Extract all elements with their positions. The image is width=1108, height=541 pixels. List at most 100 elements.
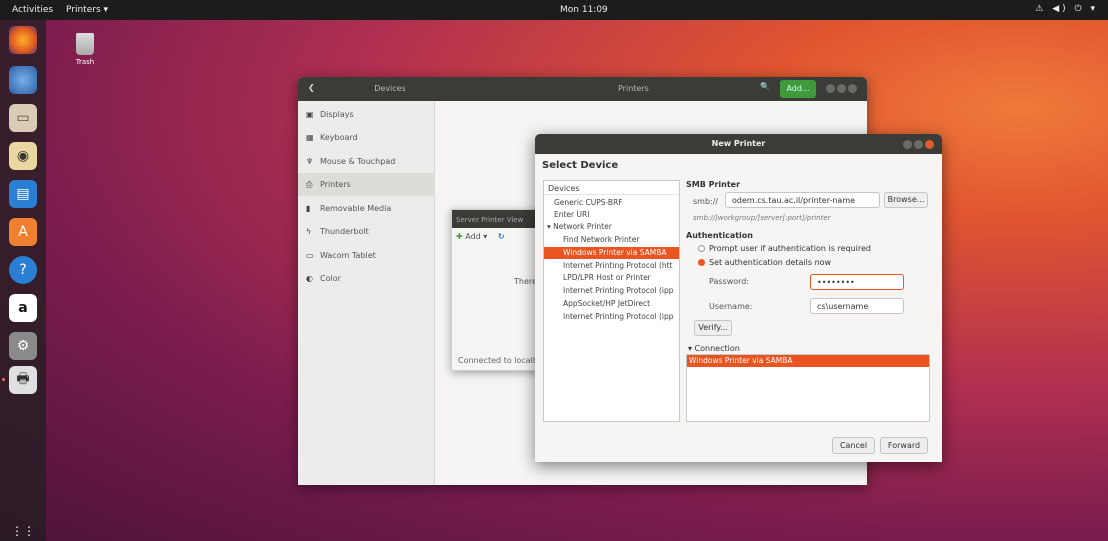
- connection-expander[interactable]: ▾ Connection: [688, 344, 740, 353]
- printer-icon: ⎙: [306, 179, 313, 189]
- settings-headerbar: ❮ Devices Printers 🔍 Add...: [298, 77, 867, 101]
- sidebar-item-label: Color: [320, 274, 341, 283]
- close-icon[interactable]: [925, 140, 934, 149]
- top-bar: Activities Printers ▾ Mon 11:09 ⚠ ◀) ⏻ ▾: [0, 0, 1108, 20]
- app-menu[interactable]: Printers ▾: [66, 5, 108, 15]
- trash-icon: [76, 33, 94, 55]
- username-label: Username:: [709, 302, 753, 311]
- sidebar-item-keyboard[interactable]: ▦ Keyboard: [298, 126, 435, 149]
- window-controls: [826, 84, 857, 93]
- device-list: Devices Generic CUPS-BRF Enter URI ▾ Net…: [543, 180, 680, 422]
- new-printer-dialog: New Printer Select Device Devices Generi…: [535, 134, 942, 462]
- dock: ▭ ◉ ▤ A ? a ⚙ 🖶 ⋮⋮: [0, 20, 46, 541]
- software-center-icon[interactable]: A: [9, 218, 37, 246]
- smb-format-hint: smb://[workgroup/]server[:port]/printer: [693, 214, 831, 222]
- list-item-selected[interactable]: Windows Printer via SAMBA: [544, 247, 679, 259]
- sidebar-item-mouse[interactable]: ♆ Mouse & Touchpad: [298, 150, 435, 173]
- smb-uri-input[interactable]: odem.cs.tau.ac.il/printer-name: [725, 192, 880, 208]
- list-item[interactable]: Generic CUPS-BRF: [554, 197, 623, 209]
- sidebar-item-label: Wacom Tablet: [320, 251, 376, 260]
- list-item[interactable]: LPD/LPR Host or Printer: [563, 272, 651, 284]
- back-icon[interactable]: ❮: [308, 83, 315, 92]
- chevron-down-icon[interactable]: ▾: [483, 232, 487, 241]
- rhythmbox-icon[interactable]: ◉: [9, 142, 37, 170]
- add-icon[interactable]: ✚: [456, 232, 463, 241]
- password-label: Password:: [709, 277, 750, 286]
- list-item[interactable]: Internet Printing Protocol (ipp: [563, 311, 674, 323]
- add-printer-button[interactable]: Add...: [780, 80, 816, 98]
- sidebar-item-removable-media[interactable]: ▮ Removable Media: [298, 197, 435, 220]
- sidebar-item-color[interactable]: ◐ Color: [298, 267, 435, 290]
- cancel-button[interactable]: Cancel: [832, 437, 875, 454]
- radio-set-details[interactable]: Set authentication details now: [698, 258, 831, 267]
- app-grid-icon[interactable]: ⋮⋮: [9, 517, 37, 541]
- clock[interactable]: Mon 11:09: [560, 5, 608, 15]
- list-item[interactable]: ▾ Network Printer: [547, 221, 612, 233]
- printer-icon[interactable]: 🖶: [9, 366, 37, 394]
- desktop-trash[interactable]: Trash: [70, 33, 100, 66]
- maximize-icon[interactable]: [837, 84, 846, 93]
- username-field[interactable]: cs\username: [810, 298, 904, 314]
- sidebar-item-label: Removable Media: [320, 204, 392, 213]
- add-button[interactable]: Add: [465, 232, 481, 241]
- writer-icon[interactable]: ▤: [9, 180, 37, 208]
- search-icon[interactable]: 🔍: [760, 82, 770, 91]
- keyboard-icon: ▦: [306, 133, 314, 142]
- dialog-title: New Printer: [535, 134, 942, 154]
- maximize-icon[interactable]: [914, 140, 923, 149]
- sidebar-item-label: Mouse & Touchpad: [320, 157, 396, 166]
- amazon-icon[interactable]: a: [9, 294, 37, 322]
- radio-icon[interactable]: [698, 245, 705, 252]
- list-item[interactable]: AppSocket/HP JetDirect: [563, 298, 650, 310]
- color-icon: ◐: [306, 274, 313, 283]
- select-device-heading: Select Device: [542, 160, 619, 171]
- tablet-icon: ▭: [306, 251, 314, 260]
- settings-sidebar: ▣ Displays ▦ Keyboard ♆ Mouse & Touchpad ⎙ P…: [298, 101, 435, 485]
- system-tray[interactable]: ⚠ ◀) ⏻ ▾: [1035, 4, 1098, 14]
- mouse-icon: ♆: [306, 157, 314, 166]
- forward-button[interactable]: Forward: [880, 437, 928, 454]
- connection-list: Windows Printer via SAMBA: [686, 354, 930, 422]
- files-icon[interactable]: ▭: [9, 104, 37, 132]
- close-icon[interactable]: [848, 84, 857, 93]
- list-item[interactable]: Internet Printing Protocol (htt: [563, 260, 673, 272]
- list-item[interactable]: Internet Printing Protocol (ipp: [563, 285, 674, 297]
- sidebar-item-label: Thunderbolt: [320, 227, 369, 236]
- minimize-icon[interactable]: [903, 140, 912, 149]
- settings-panel-title: Devices: [374, 84, 406, 93]
- help-icon[interactable]: ?: [9, 256, 37, 284]
- password-field[interactable]: ••••••••: [810, 274, 904, 290]
- firefox-icon[interactable]: [9, 26, 37, 54]
- list-item[interactable]: Enter URI: [554, 209, 589, 221]
- radio-prompt-user[interactable]: Prompt user if authentication is require…: [698, 244, 871, 253]
- sidebar-item-label: Displays: [320, 110, 354, 119]
- sidebar-item-thunderbolt[interactable]: ϟ Thunderbolt: [298, 220, 435, 243]
- sidebar-item-wacom[interactable]: ▭ Wacom Tablet: [298, 244, 435, 267]
- radio-selected-icon[interactable]: [698, 259, 705, 266]
- authentication-heading: Authentication: [686, 231, 753, 240]
- radio-label: Set authentication details now: [709, 258, 832, 267]
- verify-button[interactable]: Verify...: [694, 320, 732, 336]
- radio-label: Prompt user if authentication is require…: [709, 244, 871, 253]
- browse-button[interactable]: Browse...: [884, 192, 928, 208]
- activities-button[interactable]: Activities: [12, 5, 53, 15]
- sidebar-item-printers[interactable]: ⎙ Printers: [298, 173, 435, 196]
- thunderbolt-icon: ϟ: [306, 227, 312, 236]
- refresh-icon[interactable]: ↻: [498, 232, 505, 241]
- connection-item-selected[interactable]: Windows Printer via SAMBA: [687, 355, 929, 367]
- dialog-window-controls: [903, 140, 934, 149]
- empty-message: There: [514, 277, 537, 286]
- active-indicator: [2, 378, 5, 381]
- list-item[interactable]: Find Network Printer: [563, 234, 639, 246]
- sidebar-item-label: Keyboard: [320, 133, 358, 142]
- sidebar-item-displays[interactable]: ▣ Displays: [298, 103, 435, 126]
- smb-prefix-label: smb://: [693, 197, 719, 206]
- devices-column-header[interactable]: Devices: [544, 181, 679, 195]
- minimize-icon[interactable]: [826, 84, 835, 93]
- usb-icon: ▮: [306, 204, 311, 213]
- trash-label: Trash: [75, 58, 95, 66]
- sidebar-item-label: Printers: [320, 180, 351, 189]
- thunderbird-icon[interactable]: [9, 66, 37, 94]
- smb-printer-heading: SMB Printer: [686, 180, 741, 189]
- settings-icon[interactable]: ⚙: [9, 332, 37, 360]
